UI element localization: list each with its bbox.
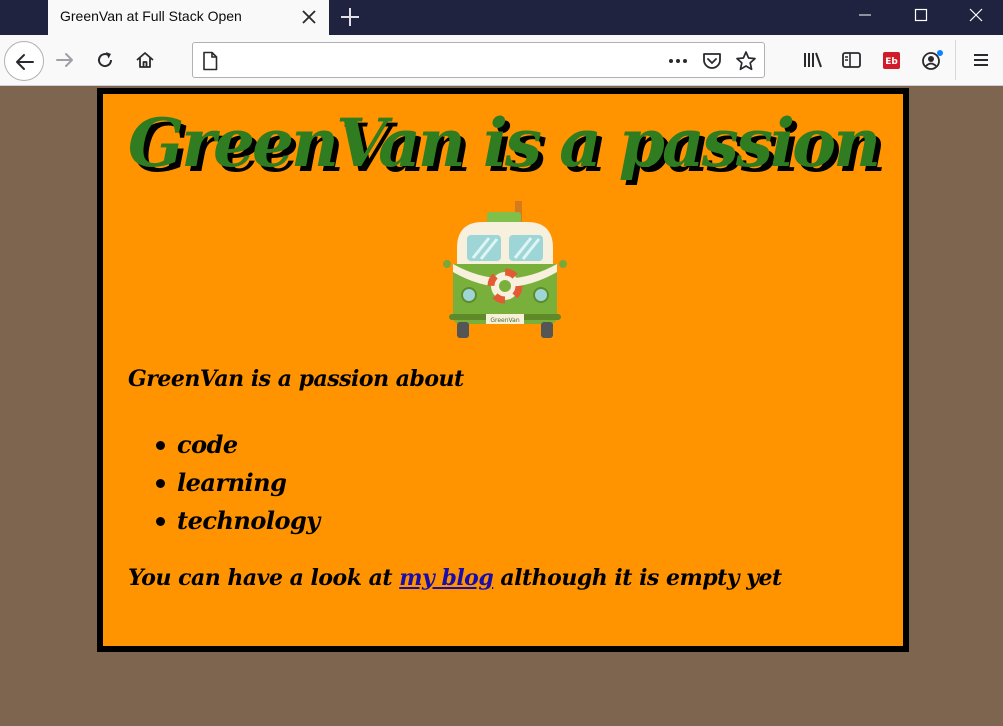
list-item: learning xyxy=(156,464,320,502)
blog-paragraph: You can have a look at my blog although … xyxy=(128,565,782,591)
menu-icon[interactable] xyxy=(965,44,997,76)
pocket-icon[interactable] xyxy=(701,50,723,76)
blog-text-after: although it is empty yet xyxy=(493,565,782,591)
url-input[interactable] xyxy=(233,49,633,71)
content-card: GreenVan is a passion GreenVan GreenVan … xyxy=(97,88,909,652)
forward-arrow-icon[interactable] xyxy=(49,44,81,76)
extension-icon[interactable]: Eb xyxy=(875,44,907,76)
greenvan-logo: GreenVan xyxy=(439,198,571,342)
intro-text: GreenVan is a passion about xyxy=(128,366,464,392)
address-bar[interactable] xyxy=(192,42,765,78)
tab-title: GreenVan at Full Stack Open xyxy=(60,8,242,24)
back-arrow-icon xyxy=(16,54,34,70)
browser-titlebar: GreenVan at Full Stack Open xyxy=(0,0,1003,35)
toolbar-separator xyxy=(955,40,956,80)
topics-list: code learning technology xyxy=(156,426,320,540)
browser-tab[interactable]: GreenVan at Full Stack Open xyxy=(48,0,329,35)
blog-link[interactable]: my blog xyxy=(399,565,494,591)
library-icon[interactable] xyxy=(796,44,828,76)
minimize-icon[interactable] xyxy=(836,0,892,30)
list-item: technology xyxy=(156,502,320,540)
close-icon[interactable] xyxy=(297,5,321,29)
window-close-icon[interactable] xyxy=(947,0,1003,30)
back-button[interactable] xyxy=(4,41,44,81)
van-license-plate: GreenVan xyxy=(490,317,519,324)
plus-icon[interactable] xyxy=(336,3,364,31)
more-dots-icon[interactable] xyxy=(667,52,689,74)
page-icon xyxy=(201,51,219,75)
reload-icon[interactable] xyxy=(89,44,121,76)
svg-text:Eb: Eb xyxy=(885,57,898,67)
page-title: GreenVan is a passion xyxy=(127,104,881,182)
blog-text-before: You can have a look at xyxy=(128,565,400,591)
navigation-toolbar: Eb xyxy=(0,35,1003,86)
sidebar-icon[interactable] xyxy=(835,44,867,76)
account-icon[interactable] xyxy=(915,44,947,76)
list-item: code xyxy=(156,426,320,464)
maximize-icon[interactable] xyxy=(892,0,948,30)
home-icon[interactable] xyxy=(129,44,161,76)
star-icon[interactable] xyxy=(735,50,757,76)
